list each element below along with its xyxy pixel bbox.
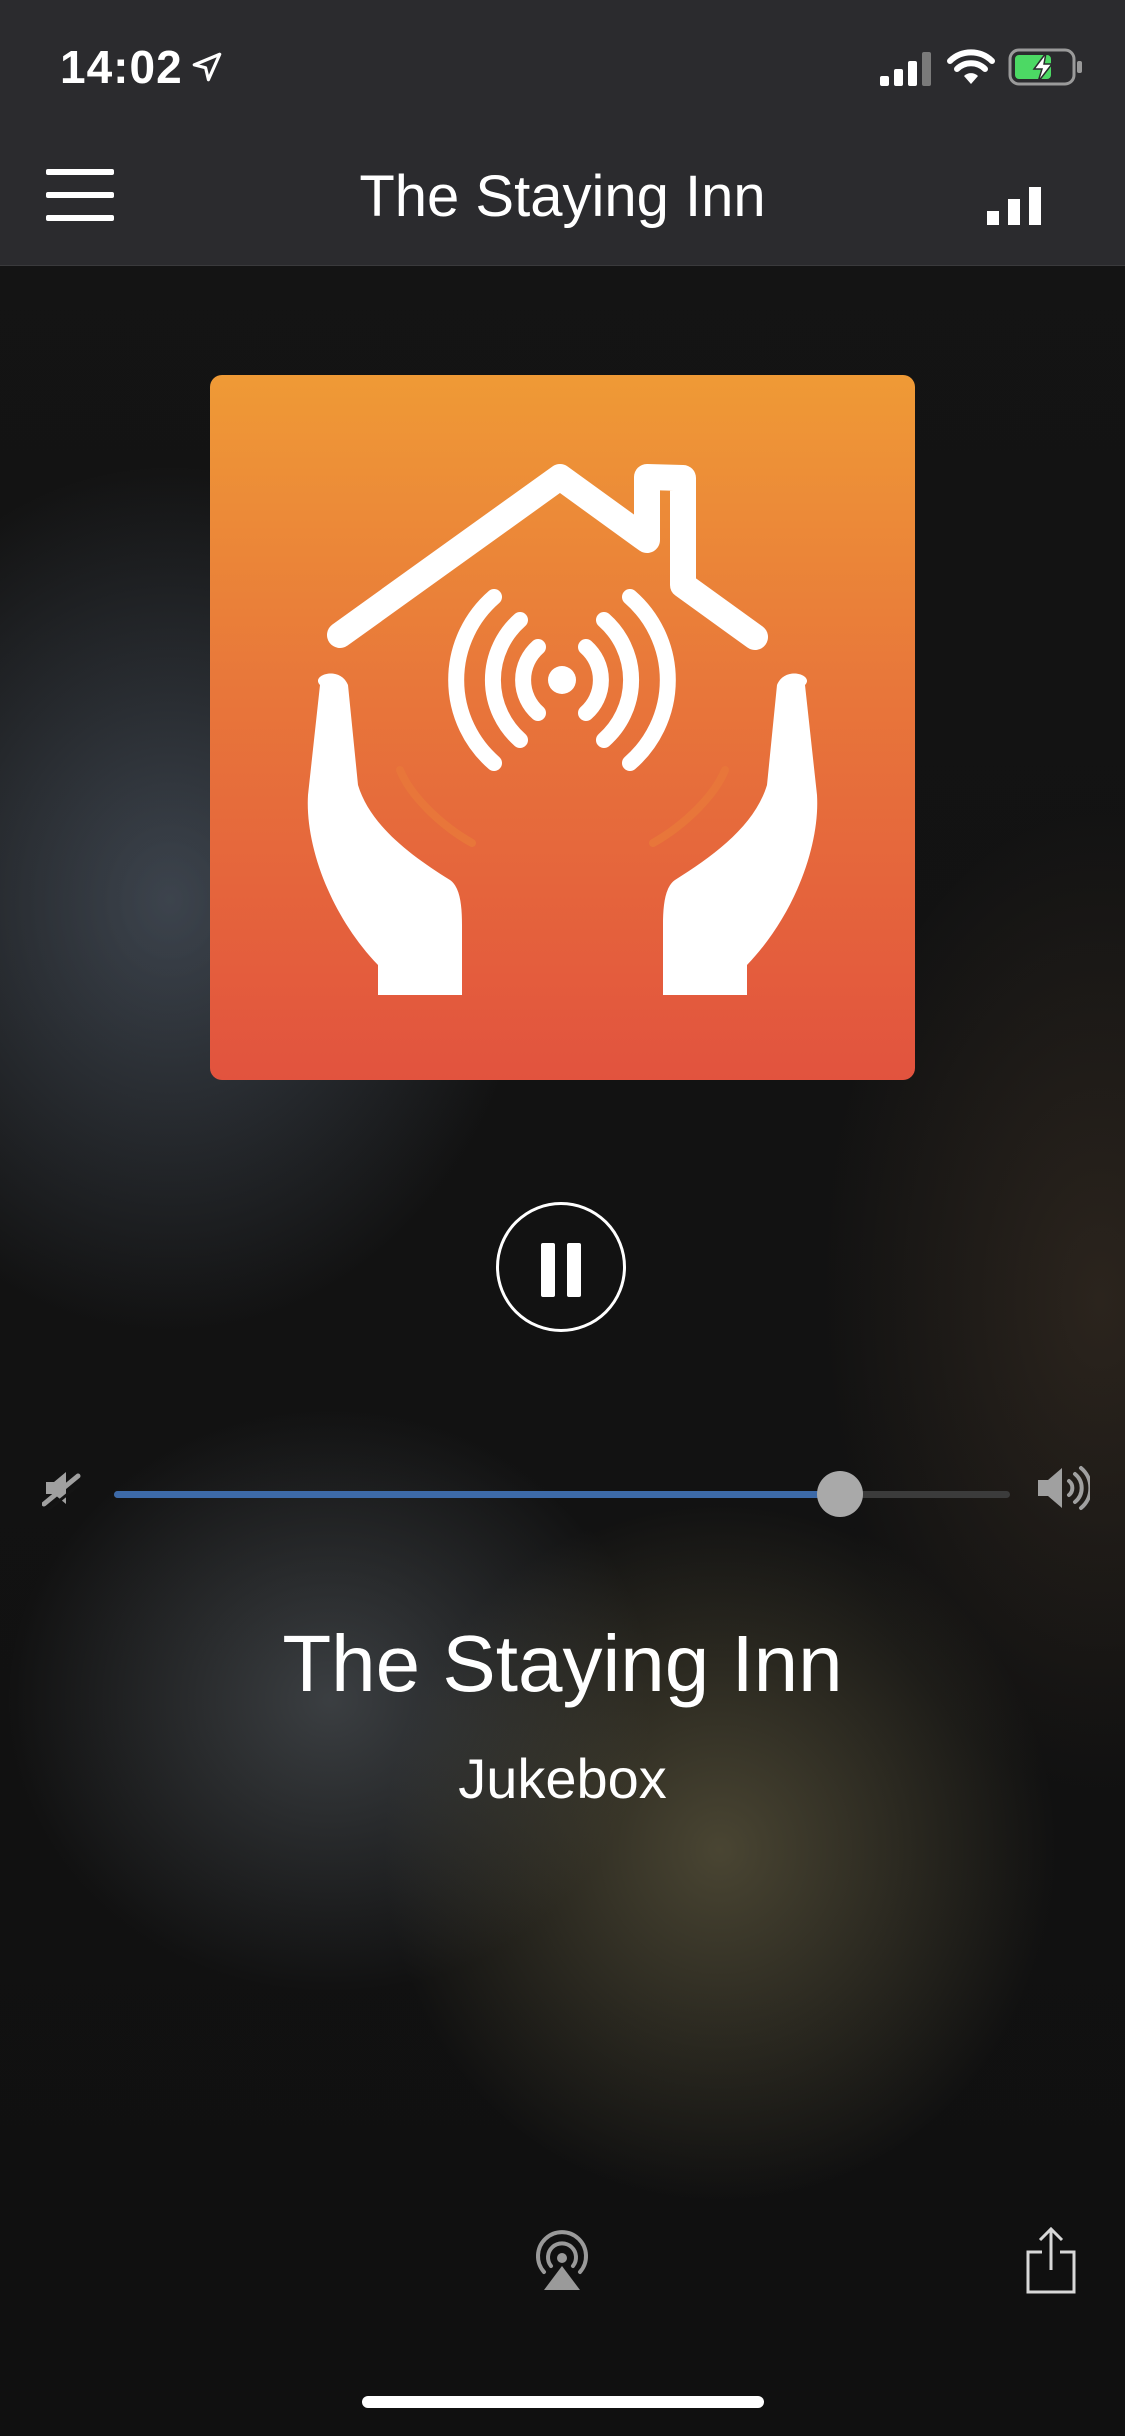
- volume-slider-thumb[interactable]: [816, 1471, 863, 1517]
- signal-bars-icon[interactable]: [985, 185, 1045, 225]
- pause-icon: [541, 1243, 555, 1297]
- volume-mute-icon[interactable]: [42, 1466, 82, 1510]
- station-artwork: [210, 375, 915, 1080]
- station-subtitle: Jukebox: [458, 1747, 667, 1810]
- share-icon[interactable]: [1024, 2226, 1078, 2296]
- volume-slider-fill: [114, 1491, 840, 1498]
- airplay-icon[interactable]: [530, 2228, 594, 2292]
- cellular-signal-icon: [880, 52, 931, 86]
- status-time: 14:02: [60, 41, 183, 93]
- volume-max-icon[interactable]: [1036, 1464, 1090, 1512]
- nav-title: The Staying Inn: [359, 164, 766, 229]
- pause-icon-bar: [567, 1243, 581, 1297]
- battery-charging-icon: [1008, 48, 1082, 86]
- location-arrow-icon: [192, 52, 222, 82]
- wifi-icon: [947, 49, 995, 84]
- nav-bar: The Staying Inn: [0, 135, 1125, 266]
- home-indicator: [362, 2396, 764, 2408]
- pause-button[interactable]: [496, 1202, 626, 1332]
- volume-slider[interactable]: [114, 1471, 1010, 1517]
- house-hands-broadcast-icon: [307, 464, 818, 995]
- status-bar: 14:02: [0, 0, 1125, 135]
- station-title: The Staying Inn: [282, 1619, 843, 1708]
